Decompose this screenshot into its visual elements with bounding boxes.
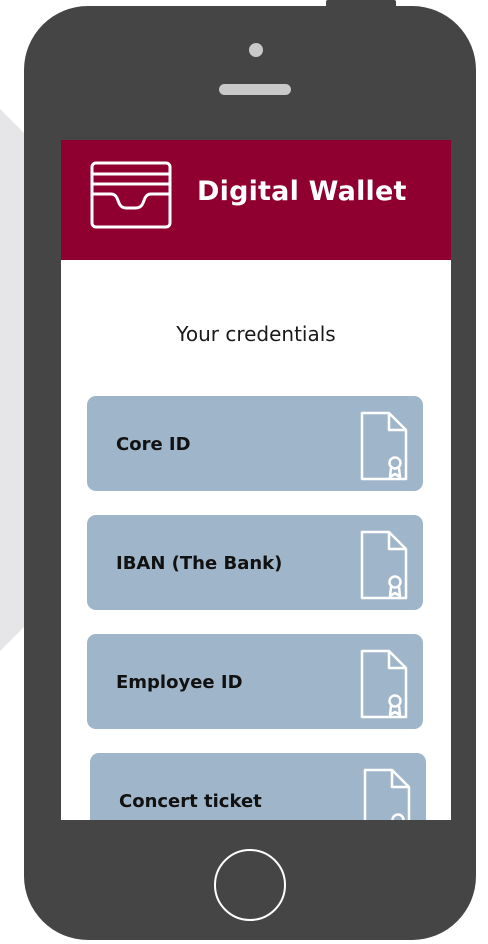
credential-label: Core ID bbox=[116, 434, 191, 455]
certificate-document-icon bbox=[360, 530, 408, 600]
certificate-document-icon bbox=[360, 649, 408, 719]
home-button[interactable] bbox=[214, 849, 286, 921]
credential-label: Concert ticket bbox=[119, 791, 262, 812]
app-header: Digital Wallet bbox=[61, 140, 451, 260]
credential-card-employee-id[interactable]: Employee ID bbox=[87, 634, 423, 729]
certificate-document-icon bbox=[360, 411, 408, 481]
stage: Digital Wallet Your credentials Core ID … bbox=[0, 0, 488, 944]
camera-icon bbox=[249, 43, 263, 57]
credential-card-core-id[interactable]: Core ID bbox=[87, 396, 423, 491]
speaker-icon bbox=[219, 84, 291, 95]
wallet-icon bbox=[90, 161, 172, 229]
credential-card-concert-ticket[interactable]: Concert ticket bbox=[90, 753, 426, 820]
credential-card-iban[interactable]: IBAN (The Bank) bbox=[87, 515, 423, 610]
app-title: Digital Wallet bbox=[197, 176, 407, 207]
phone-screen: Digital Wallet Your credentials Core ID … bbox=[61, 140, 451, 820]
credential-label: Employee ID bbox=[116, 672, 243, 693]
section-title: Your credentials bbox=[176, 322, 336, 346]
certificate-document-icon bbox=[363, 768, 411, 820]
credential-label: IBAN (The Bank) bbox=[116, 553, 283, 574]
